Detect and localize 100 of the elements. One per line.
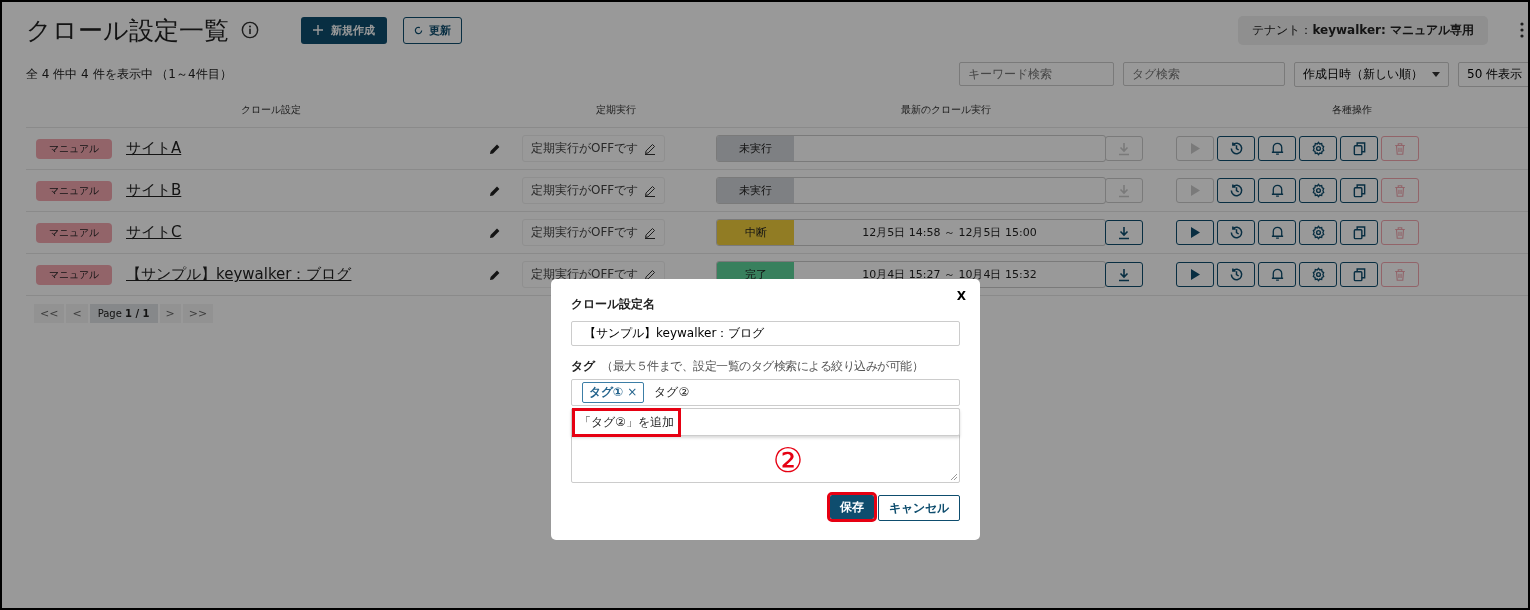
pencil-icon — [644, 142, 657, 155]
play-icon — [1190, 227, 1200, 238]
copy-button[interactable] — [1340, 136, 1378, 161]
page-title: クロール設定一覧 — [26, 14, 229, 47]
history-button[interactable] — [1217, 220, 1255, 245]
history-button[interactable] — [1217, 262, 1255, 287]
bell-button[interactable] — [1258, 262, 1296, 287]
caret-icon — [1432, 71, 1440, 77]
close-button[interactable]: X — [956, 289, 966, 303]
gear-button[interactable] — [1299, 136, 1337, 161]
copy-icon — [1351, 141, 1367, 156]
tag-search-field[interactable]: タグ検索 — [1123, 62, 1285, 86]
history-icon — [1228, 183, 1244, 198]
crawl-name-link[interactable]: 【サンプル】keywalker：ブログ — [126, 265, 352, 284]
trash-icon — [1393, 183, 1407, 198]
status-badge: 未実行 — [717, 136, 794, 161]
download-icon — [1117, 183, 1131, 198]
download-icon — [1117, 141, 1131, 156]
prev-page-button[interactable]: < — [66, 304, 88, 323]
gear-button[interactable] — [1299, 220, 1337, 245]
crawl-name-link[interactable]: サイトC — [126, 223, 182, 242]
keyword-search-field[interactable]: キーワード検索 — [959, 62, 1114, 86]
copy-button[interactable] — [1340, 220, 1378, 245]
tag-chip[interactable]: タグ① × — [582, 382, 645, 403]
column-header: 定期実行 — [595, 103, 637, 117]
tag-input[interactable]: タグ① × タグ② — [571, 379, 960, 406]
download-icon — [1117, 267, 1131, 282]
per-page-dropdown[interactable]: 50 件表示 — [1458, 61, 1528, 87]
field-label: クロール設定名 — [571, 296, 656, 313]
save-button[interactable]: 保存 — [830, 495, 874, 519]
copy-icon — [1351, 225, 1367, 240]
trash-icon — [1393, 225, 1407, 240]
bell-icon — [1269, 267, 1285, 282]
pencil-icon[interactable] — [489, 226, 501, 239]
gear-button[interactable] — [1299, 262, 1337, 287]
bell-icon — [1269, 141, 1285, 156]
download-icon — [1117, 225, 1131, 240]
refresh-icon — [414, 25, 423, 35]
crawl-name-link[interactable]: サイトA — [126, 139, 182, 158]
pencil-icon[interactable] — [489, 142, 501, 155]
history-icon — [1228, 225, 1244, 240]
pencil-icon — [644, 226, 657, 239]
run-period: 10月4日 15:27 ～ 10月4日 15:32 — [861, 267, 1038, 282]
copy-button[interactable] — [1340, 178, 1378, 203]
bell-icon — [1269, 183, 1285, 198]
history-icon — [1228, 141, 1244, 156]
play-icon — [1190, 185, 1200, 196]
more-icon[interactable] — [1520, 22, 1524, 38]
gear-icon — [1310, 183, 1326, 198]
status-badge: 未実行 — [717, 178, 794, 203]
history-button[interactable] — [1217, 178, 1255, 203]
run-button[interactable] — [1176, 220, 1214, 245]
first-page-button[interactable]: << — [34, 304, 65, 323]
history-button[interactable] — [1217, 136, 1255, 161]
gear-button[interactable] — [1299, 178, 1337, 203]
column-header: 最新のクロール実行 — [900, 103, 992, 117]
new-button[interactable]: 新規作成 — [301, 16, 387, 44]
pencil-icon[interactable] — [489, 184, 501, 197]
cancel-button[interactable]: キャンセル — [878, 495, 960, 521]
copy-icon — [1351, 267, 1367, 282]
run-period: 12月5日 14:58 ～ 12月5日 15:00 — [861, 225, 1038, 240]
download-button[interactable] — [1105, 262, 1143, 287]
pencil-icon — [644, 184, 657, 197]
plus-icon — [313, 25, 323, 35]
crawl-name-link[interactable]: サイトB — [126, 181, 182, 200]
status-badge: 中断 — [717, 220, 794, 245]
last-page-button[interactable]: >> — [182, 304, 214, 323]
pencil-icon[interactable] — [489, 268, 501, 281]
copy-icon — [1351, 183, 1367, 198]
tag-input-text: タグ② — [654, 384, 690, 401]
name-input[interactable]: 【サンプル】keywalker：ブログ — [571, 321, 960, 346]
add-tag-option[interactable]: 「タグ②」を追加 — [572, 407, 681, 437]
play-icon — [1190, 143, 1200, 154]
trash-icon — [1393, 141, 1407, 156]
bell-button[interactable] — [1258, 136, 1296, 161]
bell-icon — [1269, 225, 1285, 240]
schedule-status[interactable]: 定期実行がOFFです — [522, 219, 666, 246]
run-button[interactable] — [1176, 262, 1214, 287]
history-icon — [1228, 267, 1244, 282]
memo-input[interactable]: 「タグ②」を追加 ② — [571, 408, 960, 483]
tag-badge: マニュアル — [36, 222, 112, 243]
gear-icon — [1310, 141, 1326, 156]
sort-dropdown[interactable]: 作成日時（新しい順） — [1294, 61, 1449, 87]
next-page-button[interactable]: > — [159, 304, 181, 323]
tag-badge: マニュアル — [36, 138, 112, 159]
play-icon — [1190, 269, 1200, 280]
download-button[interactable] — [1105, 220, 1143, 245]
schedule-status[interactable]: 定期実行がOFFです — [522, 177, 666, 204]
bell-button[interactable] — [1258, 220, 1296, 245]
bell-button[interactable] — [1258, 178, 1296, 203]
trash-icon — [1393, 267, 1407, 282]
resize-grip-icon[interactable] — [950, 473, 958, 481]
copy-button[interactable] — [1340, 262, 1378, 287]
schedule-status[interactable]: 定期実行がOFFです — [522, 135, 666, 162]
tag-badge: マニュアル — [36, 264, 112, 285]
info-icon[interactable] — [241, 21, 259, 39]
gear-icon — [1310, 267, 1326, 282]
column-header: 各種操作 — [1331, 103, 1373, 117]
refresh-button[interactable]: 更新 — [403, 16, 462, 44]
page-indicator: Page 1 / 1 — [89, 304, 158, 323]
